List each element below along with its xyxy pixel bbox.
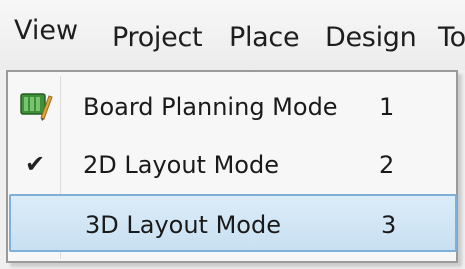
menu-item-shortcut: 1 [379, 93, 395, 121]
menu-item-label: Board Planning Mode [83, 93, 338, 121]
menu-item-shortcut: 2 [379, 151, 395, 179]
menu-item-3d-layout-mode[interactable]: 3D Layout Mode 3 [9, 194, 457, 252]
menu-item-board-planning-mode[interactable]: Board Planning Mode 1 [11, 80, 455, 132]
menu-place-label: Place [229, 22, 300, 53]
menu-tools-label: To [438, 22, 465, 53]
menu-view-label: View [14, 15, 79, 46]
checkmark-icon: ✔ [25, 150, 46, 178]
menu-item-2d-layout-mode[interactable]: ✔ 2D Layout Mode 2 [11, 138, 455, 190]
menu-tools[interactable]: To [438, 22, 465, 53]
menu-project-label: Project [112, 22, 203, 53]
menu-item-label: 2D Layout Mode [83, 151, 279, 179]
menu-project[interactable]: Project [112, 22, 203, 53]
menu-design-label: Design [325, 22, 417, 53]
menu-design[interactable]: Design [325, 22, 417, 53]
view-dropdown-menu: Board Planning Mode 1 ✔ 2D Layout Mode 2… [6, 70, 458, 263]
menu-item-label: 3D Layout Mode [85, 211, 281, 239]
menu-place[interactable]: Place [229, 22, 300, 53]
menu-item-shortcut: 3 [381, 211, 397, 239]
board-planning-icon [19, 88, 53, 122]
application-window: Project Place Design To View Board Plann… [0, 0, 465, 269]
